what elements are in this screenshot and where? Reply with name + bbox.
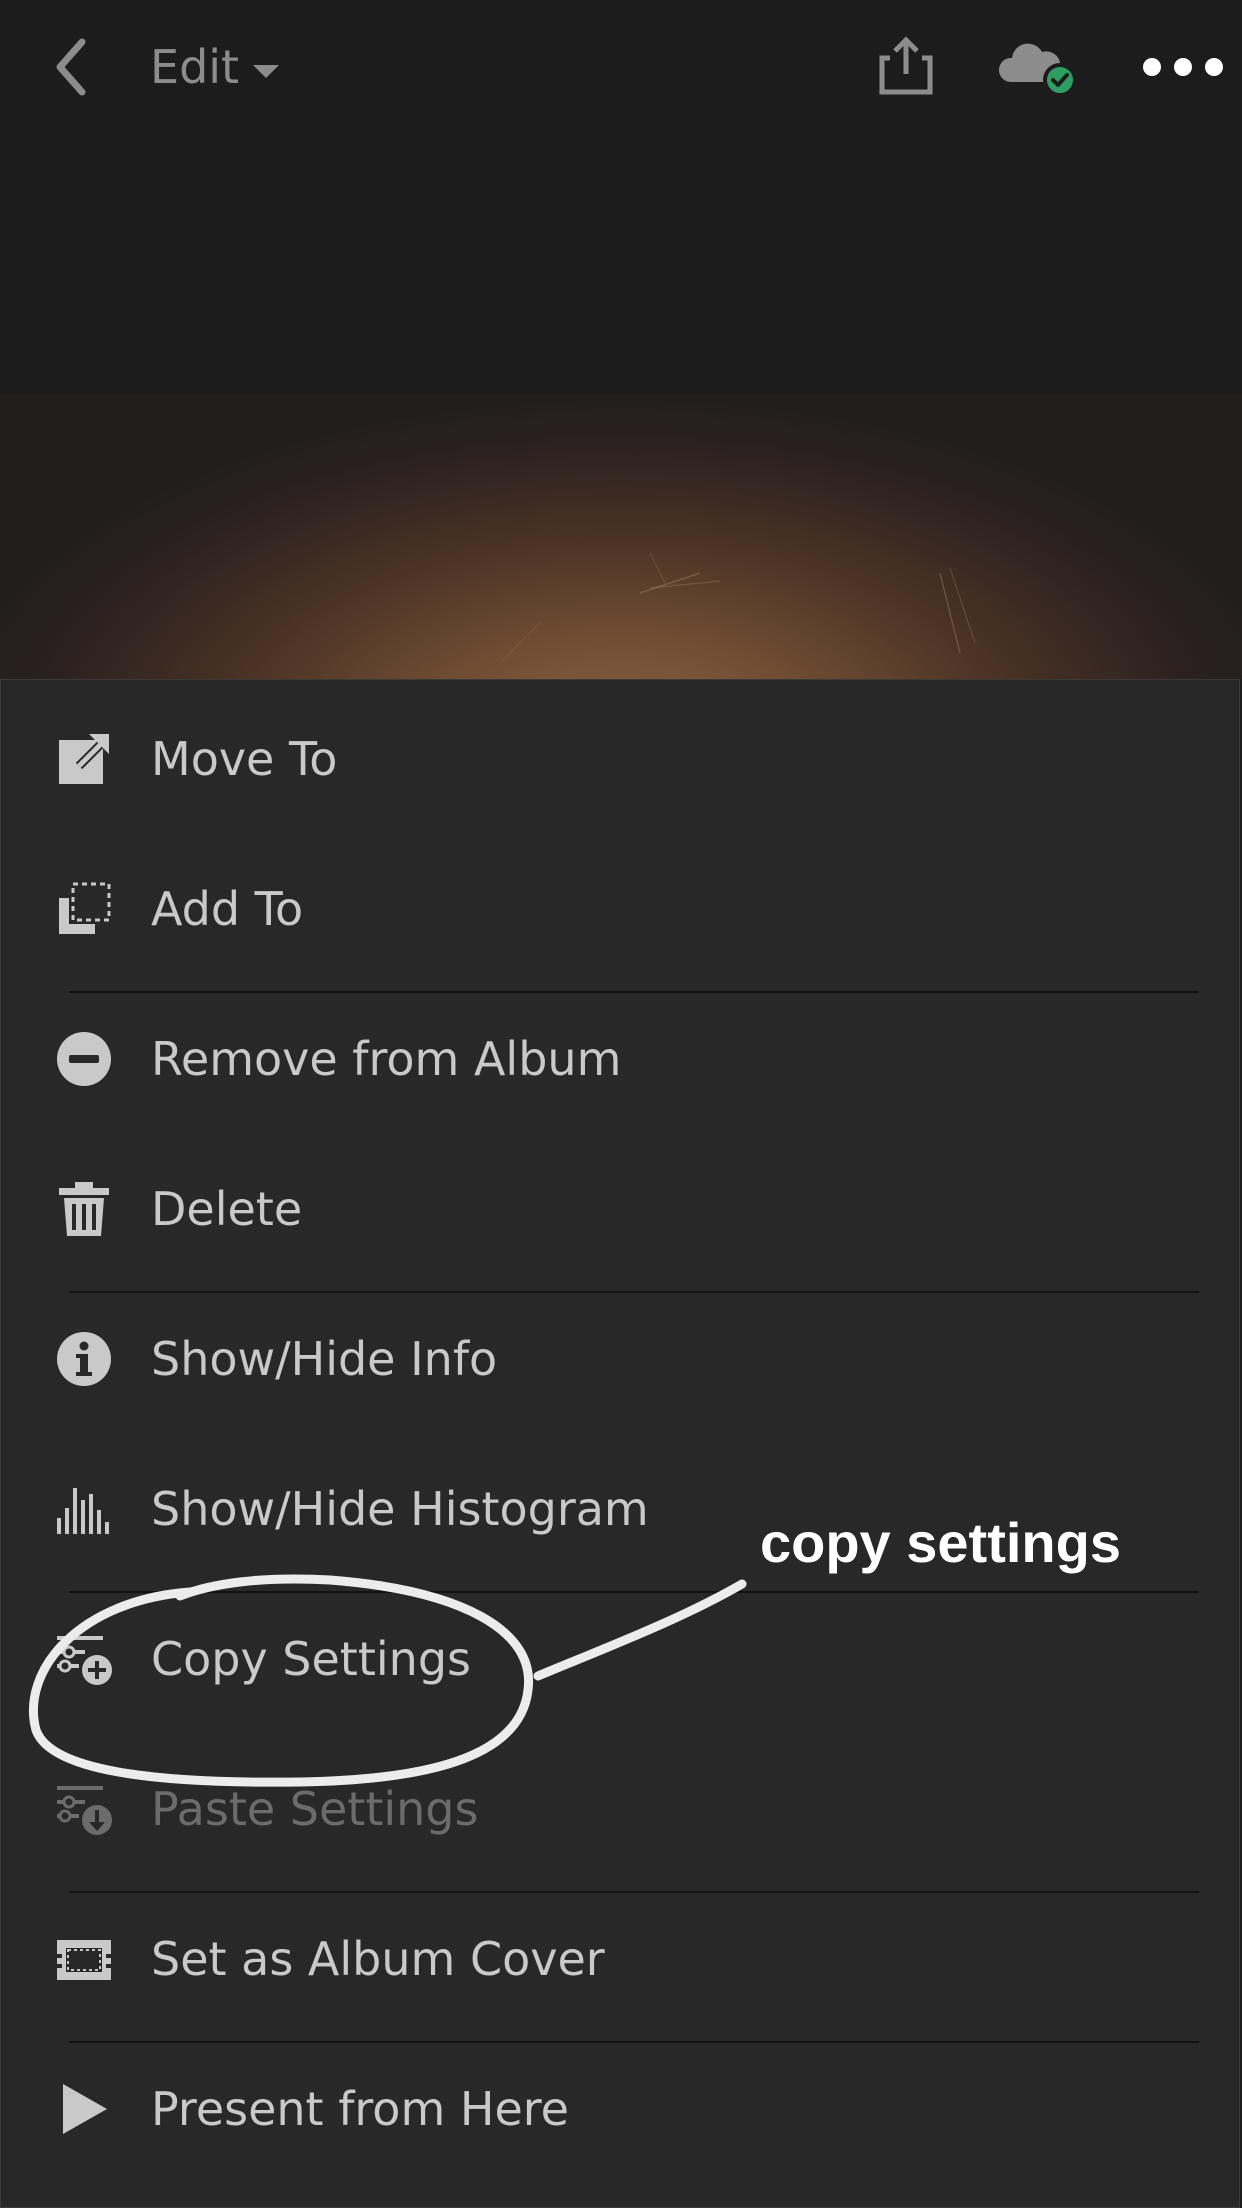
- menu-item-label: Show/Hide Histogram: [151, 1482, 649, 1536]
- action-sheet: Move To Add To Remove from Album Delete: [0, 679, 1240, 2208]
- menu-item-label: Add To: [151, 882, 304, 936]
- album-cover-icon: [57, 1940, 111, 1980]
- more-icon[interactable]: [1140, 50, 1226, 84]
- menu-item-delete[interactable]: Delete: [1, 1134, 1242, 1284]
- menu-item-remove-from-album[interactable]: Remove from Album: [1, 984, 1242, 1134]
- cloud-synced-icon[interactable]: [998, 38, 1082, 98]
- share-icon[interactable]: [876, 36, 936, 96]
- top-bar: Edit: [0, 0, 1242, 135]
- add-to-icon: [59, 882, 111, 934]
- menu-item-label: Present from Here: [151, 2082, 569, 2136]
- move-to-icon: [59, 734, 109, 784]
- menu-item-label: Set as Album Cover: [151, 1932, 605, 1986]
- remove-icon: [57, 1032, 111, 1086]
- paste-settings-icon: [57, 1786, 112, 1835]
- trash-icon: [59, 1182, 109, 1236]
- menu-item-set-as-album-cover[interactable]: Set as Album Cover: [1, 1884, 1242, 2034]
- menu-item-label: Remove from Album: [151, 1032, 622, 1086]
- edit-dropdown[interactable]: Edit: [150, 40, 280, 94]
- copy-settings-icon: [57, 1636, 112, 1685]
- menu-item-move-to[interactable]: Move To: [1, 684, 1242, 834]
- info-icon: [57, 1332, 111, 1386]
- menu-item-label: Show/Hide Info: [151, 1332, 498, 1386]
- menu-item-add-to[interactable]: Add To: [1, 834, 1242, 984]
- menu-item-label: Paste Settings: [151, 1782, 479, 1836]
- menu-item-copy-settings[interactable]: Copy Settings: [1, 1584, 1242, 1734]
- menu-item-label: Copy Settings: [151, 1632, 471, 1686]
- back-chevron-icon[interactable]: [44, 32, 104, 102]
- menu-item-paste-settings[interactable]: Paste Settings: [1, 1734, 1242, 1884]
- histogram-icon: [57, 1488, 109, 1534]
- photo-preview: [0, 393, 1242, 679]
- annotation-label: copy settings: [760, 1511, 1121, 1574]
- menu-item-label: Move To: [151, 732, 338, 786]
- menu-item-present-from-here[interactable]: Present from Here: [1, 2034, 1242, 2184]
- play-icon: [63, 2084, 107, 2134]
- menu-item-label: Delete: [151, 1182, 303, 1236]
- header-spacer: [0, 135, 1242, 393]
- menu-item-show-hide-info[interactable]: Show/Hide Info: [1, 1284, 1242, 1434]
- page-title: Edit: [150, 40, 240, 94]
- chevron-down-icon: [253, 64, 280, 78]
